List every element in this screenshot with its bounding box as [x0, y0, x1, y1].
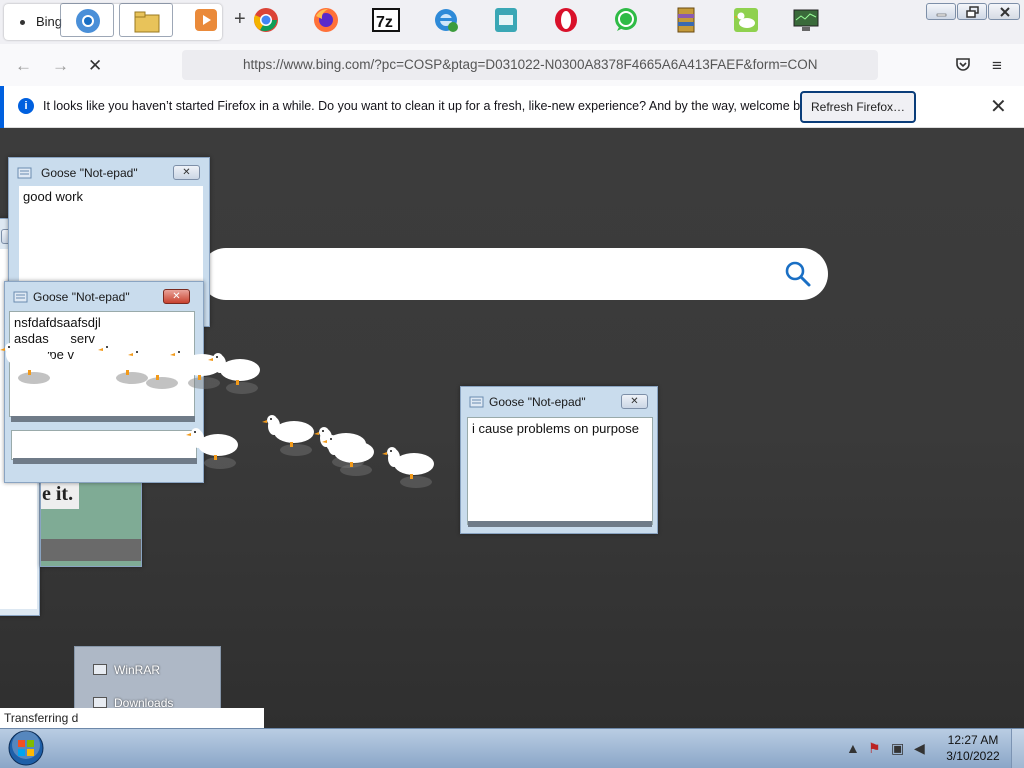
goose-icon: [734, 8, 758, 32]
taskbar-image-viewer[interactable]: [479, 3, 533, 37]
taskbar-7zip[interactable]: 7z: [359, 3, 413, 37]
goose-sprite: [322, 435, 374, 476]
close-icon[interactable]: ✕: [621, 394, 648, 409]
notepad-statusbar-lower: [13, 458, 197, 464]
goose-sprite: [382, 447, 434, 488]
volume-icon[interactable]: ◀: [914, 740, 925, 757]
window-icon: [93, 697, 107, 708]
notepad-icon: [17, 167, 32, 179]
close-icon[interactable]: ✕: [163, 289, 190, 304]
clock-date: 3/10/2022: [946, 749, 1000, 763]
notepad-statusbar: [11, 416, 195, 422]
notification-text: It looks like you haven’t started Firefo…: [43, 99, 824, 113]
notepad-textarea[interactable]: i cause problems on purpose: [467, 417, 653, 525]
close-icon[interactable]: ✕: [173, 165, 200, 180]
image-fragment-bar: [41, 539, 141, 561]
restore-button[interactable]: [957, 3, 987, 20]
winrar-icon: [677, 7, 695, 33]
taskbar-opera[interactable]: [539, 3, 593, 37]
notification-accent: [0, 86, 4, 128]
notepad-textarea-lower[interactable]: [11, 430, 197, 460]
internet-explorer-icon: [435, 9, 458, 32]
notepad-title: Goose "Not-epad": [33, 290, 130, 304]
start-orb-icon[interactable]: [4, 729, 48, 767]
taskbar-chrome-blue[interactable]: [60, 3, 114, 37]
background-image-window: e it.: [40, 476, 142, 567]
nav-bar: ← → ✕ https://www.bing.com/?pc=COSP&ptag…: [0, 44, 1024, 86]
goose-sprite: [186, 428, 238, 469]
taskbar-winrar[interactable]: [659, 3, 713, 37]
taskbar-goose[interactable]: [719, 3, 773, 37]
taskbar-clock[interactable]: 12:27 AM 3/10/2022: [940, 732, 1006, 764]
taskbar-whatsapp[interactable]: [599, 3, 653, 37]
folder-icon: [134, 11, 160, 33]
close-window-button[interactable]: [988, 3, 1020, 20]
goose-sprite: [262, 415, 314, 456]
goose-sprite: [208, 353, 260, 394]
tab-title: Bing: [36, 14, 63, 29]
url-field[interactable]: https://www.bing.com/?pc=COSP&ptag=D0310…: [182, 50, 878, 80]
taskbar-chrome[interactable]: [239, 3, 293, 37]
clock-time: 12:27 AM: [947, 733, 999, 747]
search-icon[interactable]: [784, 260, 812, 288]
action-center-icon[interactable]: ⚑: [868, 740, 881, 757]
jumplist-item-winrar[interactable]: WinRAR: [93, 663, 160, 677]
7zip-icon: 7z: [372, 8, 400, 32]
search-input[interactable]: [200, 248, 828, 300]
back-arrow-icon[interactable]: ←: [15, 56, 32, 76]
stop-icon[interactable]: ✕: [88, 56, 102, 76]
url-text: https://www.bing.com/?pc=COSP&ptag=D0310…: [243, 57, 818, 72]
info-icon: i: [18, 98, 34, 114]
image-viewer-icon: [495, 8, 517, 32]
taskbar-firefox[interactable]: [299, 3, 353, 37]
tray-expand-icon[interactable]: ▲: [846, 740, 860, 756]
notification-close-icon[interactable]: ✕: [990, 94, 1007, 119]
notepad-statusbar: [468, 521, 652, 527]
loading-dot-icon: [20, 20, 25, 25]
media-player-icon: [195, 9, 217, 31]
menu-icon[interactable]: ≡: [992, 56, 1002, 76]
whatsapp-icon: [615, 8, 637, 31]
taskbar-media-player[interactable]: [179, 3, 233, 37]
pocket-icon[interactable]: [955, 56, 971, 77]
notepad-title: Goose "Not-epad": [489, 395, 586, 409]
refresh-firefox-button[interactable]: Refresh Firefox…: [800, 91, 916, 123]
goose-notepad-window-3[interactable]: Goose "Not-epad" ✕ i cause problems on p…: [460, 386, 658, 534]
svg-text:7z: 7z: [376, 14, 393, 31]
notepad-icon: [13, 291, 28, 303]
status-bar-text: Transferring d: [0, 708, 264, 728]
firefox-icon: [314, 8, 338, 32]
chrome-icon: [254, 8, 278, 32]
network-icon[interactable]: ▣: [891, 740, 904, 757]
monitor-icon: [793, 9, 819, 31]
notification-bar: i It looks like you haven’t started Fire…: [0, 86, 1024, 128]
taskbar-internet-explorer[interactable]: [419, 3, 473, 37]
chrome-blue-icon: [76, 9, 100, 33]
image-fragment-text: e it.: [41, 483, 79, 509]
taskbar-system-monitor[interactable]: [779, 3, 833, 37]
window-icon: [93, 664, 107, 675]
show-desktop-button[interactable]: [1011, 729, 1024, 768]
minimize-button[interactable]: [926, 3, 956, 20]
opera-icon: [555, 8, 577, 32]
jumplist-item-label: WinRAR: [114, 663, 161, 677]
taskbar-explorer[interactable]: [119, 3, 173, 37]
notepad-icon: [469, 396, 484, 408]
notepad-title: Goose "Not-epad": [41, 166, 138, 180]
forward-arrow-icon[interactable]: →: [52, 56, 69, 76]
goose-sprite: [0, 343, 52, 384]
